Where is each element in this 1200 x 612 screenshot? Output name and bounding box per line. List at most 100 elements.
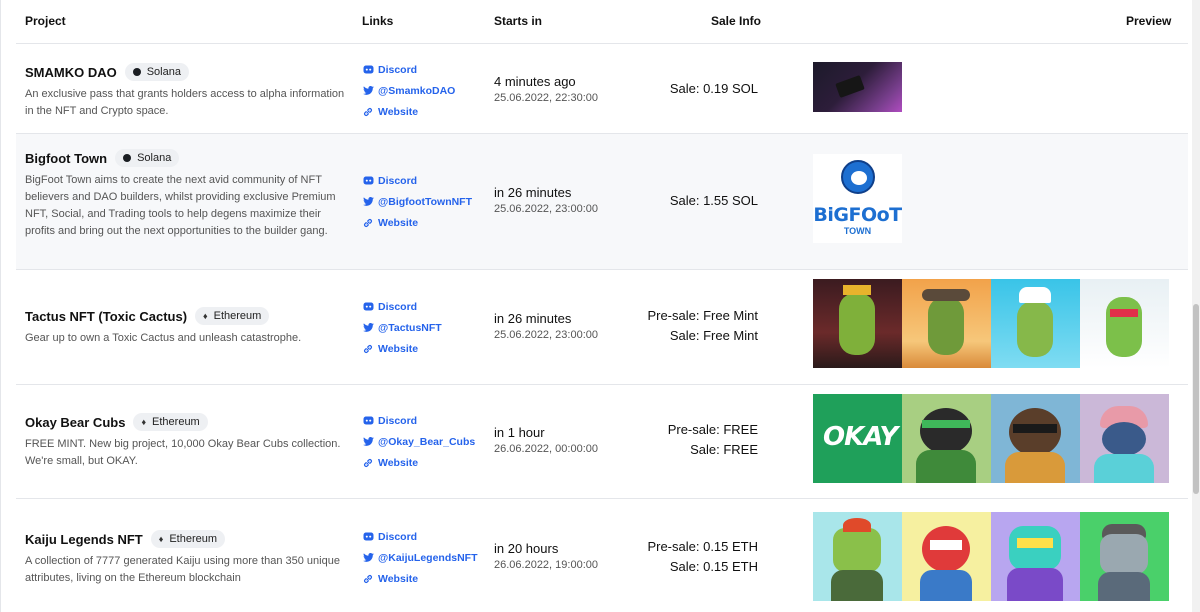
project-name: Kaiju Legends NFT ♦ Ethereum: [25, 530, 226, 548]
table-row[interactable]: SMAMKO DAO Solana An exclusive pass that…: [16, 45, 1188, 134]
preview-image[interactable]: [902, 394, 991, 483]
preview-image[interactable]: [991, 279, 1080, 368]
sale-info: Pre-sale: FREE Sale: FREE: [612, 420, 758, 460]
website-link[interactable]: Website: [362, 101, 492, 122]
table-row[interactable]: Okay Bear Cubs ♦ Ethereum FREE MINT. New…: [16, 385, 1188, 499]
twitter-link[interactable]: @BigfootTownNFT: [362, 191, 492, 212]
sale-price: Sale: 0.19 SOL: [669, 81, 758, 96]
preview-image[interactable]: [813, 279, 902, 368]
twitter-handle: @TactusNFT: [378, 321, 442, 334]
preview-image[interactable]: [813, 62, 902, 112]
vertical-scrollbar[interactable]: [1192, 0, 1200, 612]
kaiju-body: [1007, 568, 1063, 601]
chef-hat-accessory: [1019, 287, 1051, 303]
discord-icon: [362, 532, 374, 541]
preview-image[interactable]: [991, 394, 1080, 483]
project-name: Okay Bear Cubs ♦ Ethereum: [25, 413, 208, 431]
project-title[interactable]: Okay Bear Cubs: [25, 415, 125, 430]
website-label: Website: [378, 216, 419, 229]
preview-images: [813, 279, 1169, 368]
okay-logo-text: OKAY: [823, 422, 898, 452]
website-link[interactable]: Website: [362, 452, 492, 473]
project-title[interactable]: Kaiju Legends NFT: [25, 532, 143, 547]
kaiju-body: [831, 570, 883, 601]
project-title[interactable]: Tactus NFT (Toxic Cactus): [25, 309, 187, 324]
hat-accessory: [922, 289, 970, 301]
preview-image[interactable]: [1080, 279, 1169, 368]
chain-label: Solana: [137, 152, 172, 164]
discord-icon: [362, 416, 374, 425]
discord-label: Discord: [378, 530, 418, 543]
discord-link[interactable]: Discord: [362, 296, 492, 317]
discord-link[interactable]: Discord: [362, 59, 492, 80]
project-description: A collection of 7777 generated Kaiju usi…: [25, 555, 340, 584]
sale-price: Sale: 1.55 SOL: [669, 193, 758, 208]
project-links: Discord @KaijuLegendsNFT Website: [362, 526, 492, 589]
project-name: Bigfoot Town Solana: [25, 149, 180, 167]
preview-image[interactable]: [813, 512, 902, 601]
twitter-link[interactable]: @TactusNFT: [362, 317, 492, 338]
preview-image[interactable]: [991, 512, 1080, 601]
preview-images: [813, 512, 1169, 601]
project-description: FREE MINT. New big project, 10,000 Okay …: [25, 438, 341, 467]
bear-body: [1094, 454, 1154, 483]
starts-datetime: 25.06.2022, 23:00:00: [494, 203, 598, 215]
discord-link[interactable]: Discord: [362, 410, 492, 431]
twitter-link[interactable]: @Okay_Bear_Cubs: [362, 431, 492, 452]
preview-image[interactable]: [902, 279, 991, 368]
preview-image[interactable]: [1080, 512, 1169, 601]
project-links: Discord @BigfootTownNFT Website: [362, 170, 492, 233]
project-description: Gear up to own a Toxic Cactus and unleas…: [25, 332, 302, 344]
website-link[interactable]: Website: [362, 338, 492, 359]
preview-image[interactable]: [1080, 394, 1169, 483]
cactus-character: [1017, 301, 1053, 357]
header-project: Project: [25, 14, 66, 28]
twitter-link[interactable]: @SmamkoDAO: [362, 80, 492, 101]
website-link[interactable]: Website: [362, 212, 492, 233]
link-icon: [362, 107, 374, 117]
presale-price: Pre-sale: 0.15 ETH: [647, 539, 758, 554]
project-title[interactable]: SMAMKO DAO: [25, 65, 117, 80]
kaiju-eyes: [1017, 538, 1053, 548]
page-left-border: [0, 0, 1, 612]
bear-head: [1102, 422, 1146, 456]
bigfoot-mascot-image: [841, 160, 875, 194]
starts-datetime: 26.06.2022, 00:00:00: [494, 443, 598, 455]
discord-label: Discord: [378, 174, 418, 187]
mask-eyes: [930, 540, 962, 550]
preview-images: OKAY: [813, 394, 1169, 483]
link-icon: [362, 344, 374, 354]
preview-images: BiGFOoT TOWN: [813, 154, 902, 243]
twitter-link[interactable]: @KaijuLegendsNFT: [362, 547, 492, 568]
starts-datetime: 26.06.2022, 19:00:00: [494, 559, 598, 571]
starts-datetime: 25.06.2022, 22:30:00: [494, 92, 598, 104]
discord-link[interactable]: Discord: [362, 170, 492, 191]
preview-image[interactable]: OKAY: [813, 394, 902, 483]
header-starts: Starts in: [494, 14, 543, 28]
solana-dot-icon: [123, 154, 132, 162]
header-preview: Preview: [1126, 14, 1172, 28]
kaiju-body: [1098, 572, 1150, 601]
sale-price: Sale: FREE: [690, 442, 758, 457]
preview-image[interactable]: BiGFOoT TOWN: [813, 154, 902, 243]
website-label: Website: [378, 342, 419, 355]
headband-accessory: [922, 420, 970, 428]
preview-image[interactable]: [902, 512, 991, 601]
twitter-handle: @KaijuLegendsNFT: [378, 551, 478, 564]
table-row[interactable]: Tactus NFT (Toxic Cactus) ♦ Ethereum Gea…: [16, 270, 1188, 385]
starts-in: 4 minutes ago 25.06.2022, 22:30:00: [494, 73, 598, 106]
project-title[interactable]: Bigfoot Town: [25, 151, 107, 166]
table-row[interactable]: Kaiju Legends NFT ♦ Ethereum A collectio…: [16, 499, 1188, 612]
discord-link[interactable]: Discord: [362, 526, 492, 547]
presale-price: Pre-sale: Free Mint: [647, 308, 758, 323]
website-link[interactable]: Website: [362, 568, 492, 589]
launch-table: Project Links Starts in Sale Info Previe…: [16, 0, 1188, 612]
starts-relative: in 20 hours: [494, 541, 559, 556]
twitter-icon: [362, 437, 374, 446]
table-row[interactable]: Bigfoot Town Solana BigFoot Town aims to…: [16, 134, 1188, 270]
discord-icon: [362, 65, 374, 74]
website-label: Website: [378, 572, 419, 585]
cactus-character: [928, 297, 964, 355]
twitter-handle: @SmamkoDAO: [378, 84, 456, 97]
scrollbar-thumb[interactable]: [1193, 304, 1199, 494]
